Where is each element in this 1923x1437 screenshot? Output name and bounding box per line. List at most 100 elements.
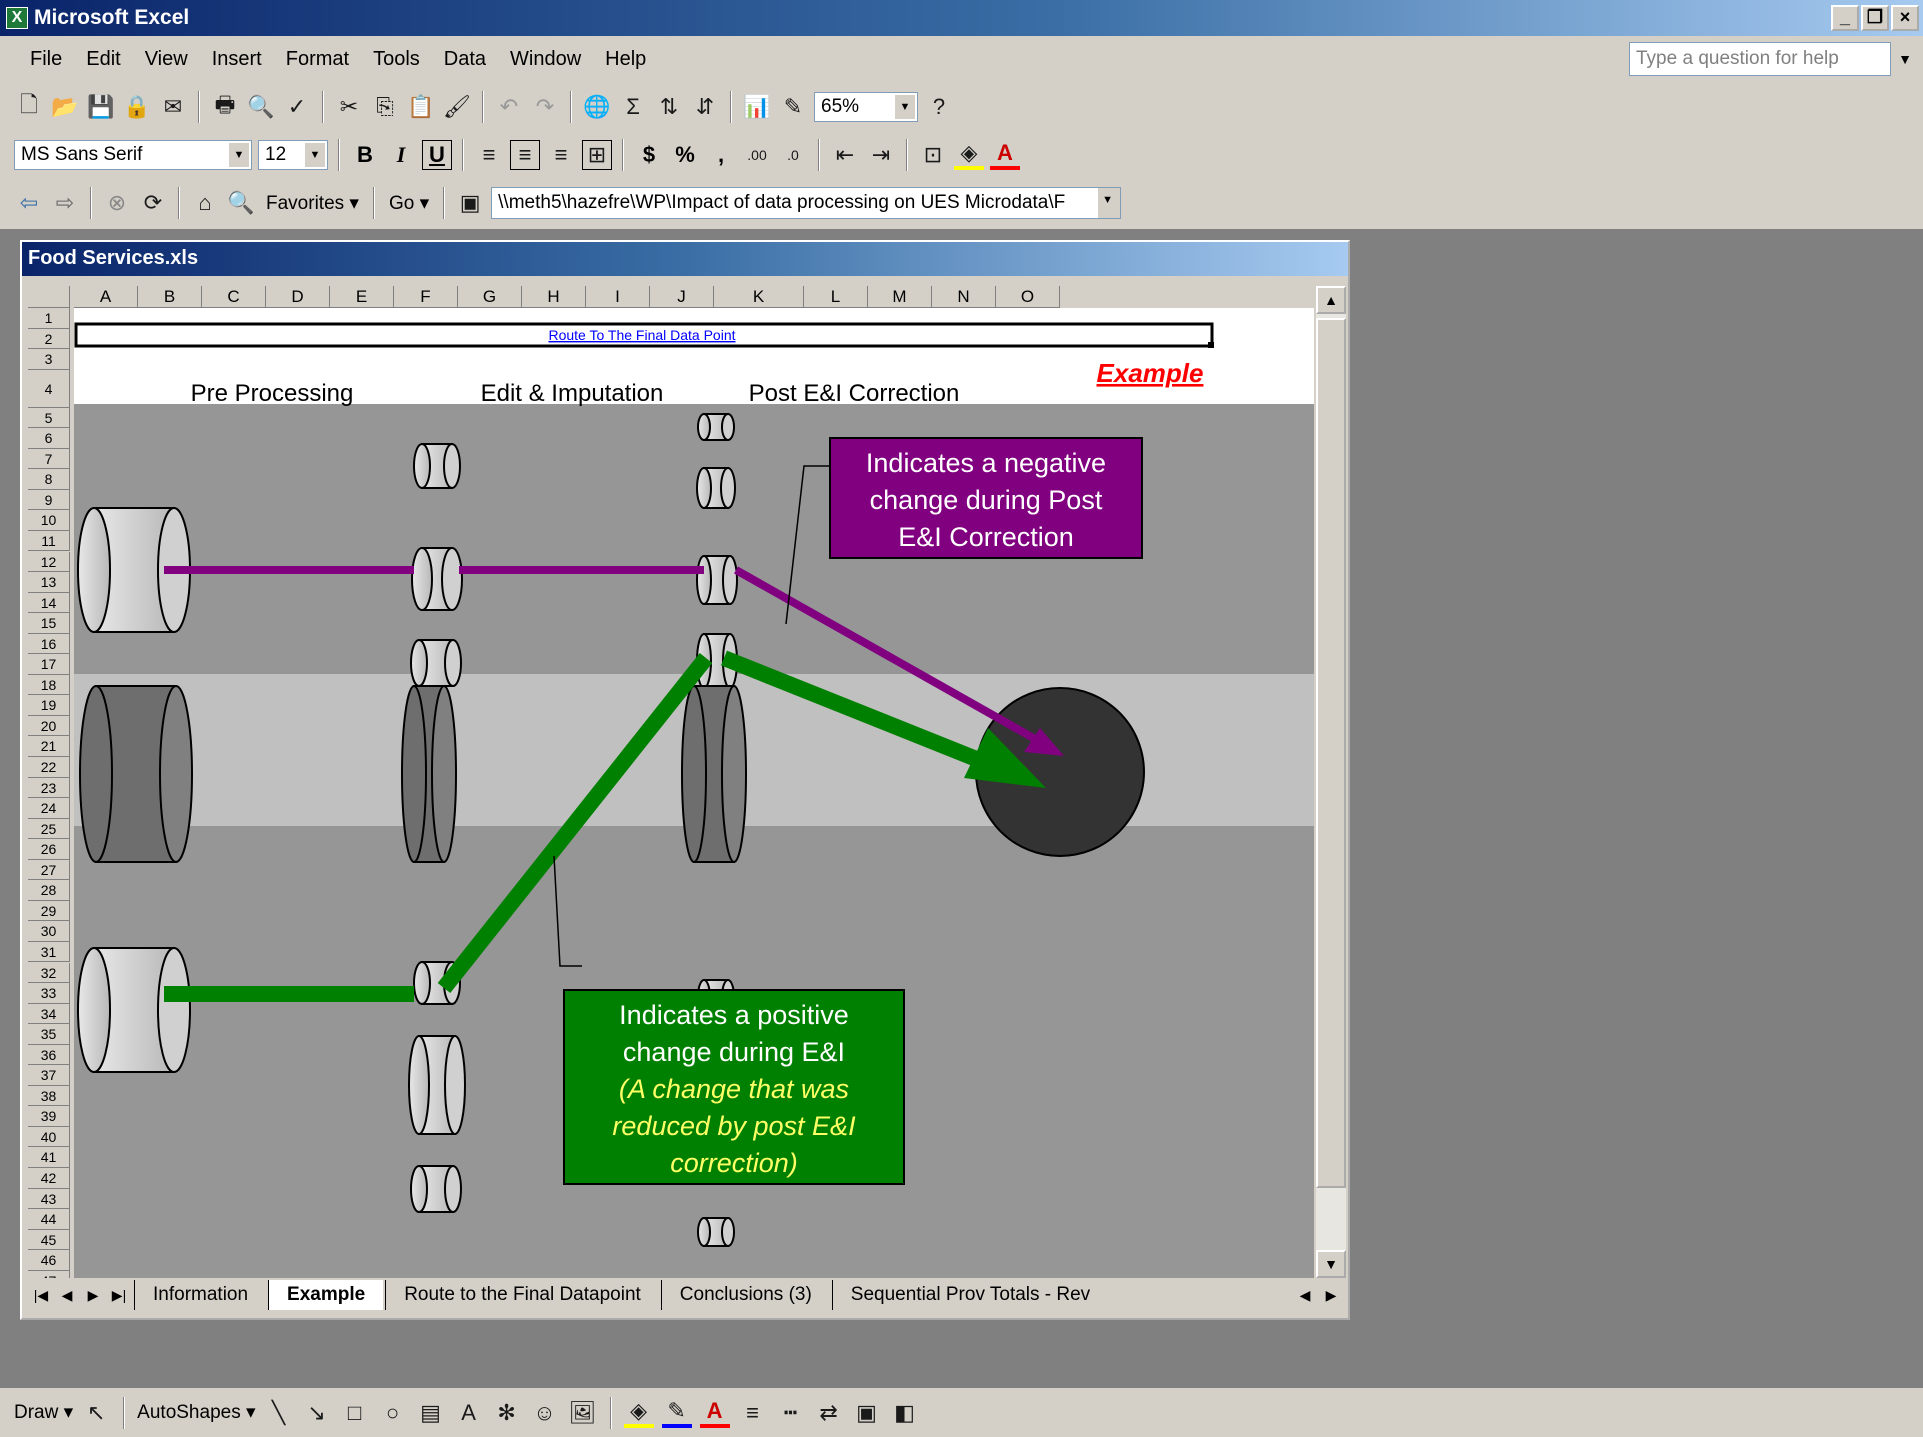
row-header-39[interactable]: 39 xyxy=(28,1106,70,1127)
row-header-24[interactable]: 24 xyxy=(28,798,70,819)
row-header-5[interactable]: 5 xyxy=(28,407,70,429)
help-dropdown-arrow[interactable]: ▼ xyxy=(1893,42,1917,76)
column-header-b[interactable]: B xyxy=(138,286,202,308)
row-header-23[interactable]: 23 xyxy=(28,777,70,799)
worksheet-canvas[interactable]: Route To The Final Data Point Example Pr… xyxy=(74,308,1314,1278)
italic-button[interactable]: I xyxy=(386,140,416,170)
row-header-29[interactable]: 29 xyxy=(28,900,70,922)
tab-conclusions[interactable]: Conclusions (3) xyxy=(660,1280,830,1310)
percent-button[interactable]: % xyxy=(670,140,700,170)
search-web-icon[interactable]: 🔍 xyxy=(226,188,256,218)
row-header-8[interactable]: 8 xyxy=(28,469,70,490)
row-header-38[interactable]: 38 xyxy=(28,1085,70,1107)
route-link[interactable]: Route To The Final Data Point xyxy=(548,327,735,343)
select-all-corner[interactable] xyxy=(28,286,70,308)
tab-example[interactable]: Example xyxy=(268,1280,384,1310)
dash-style-icon[interactable]: ┅ xyxy=(776,1398,806,1428)
row-header-9[interactable]: 9 xyxy=(28,489,70,511)
row-header-18[interactable]: 18 xyxy=(28,674,70,696)
row-header-11[interactable]: 11 xyxy=(28,530,70,552)
favorites-menu[interactable]: Favorites ▾ xyxy=(262,192,363,215)
hyperlink-icon[interactable]: 🌐 xyxy=(582,92,612,122)
row-header-1[interactable]: 1 xyxy=(28,308,70,329)
menu-view[interactable]: View xyxy=(133,48,200,71)
column-header-i[interactable]: I xyxy=(586,286,650,308)
drawing-toggle-icon[interactable]: ✎ xyxy=(778,92,808,122)
redo-icon[interactable]: ↷ xyxy=(530,92,560,122)
row-header-28[interactable]: 28 xyxy=(28,880,70,901)
line-style-icon[interactable]: ≡ xyxy=(738,1398,768,1428)
column-header-e[interactable]: E xyxy=(330,286,394,308)
row-header-21[interactable]: 21 xyxy=(28,736,70,757)
row-header-41[interactable]: 41 xyxy=(28,1147,70,1168)
merge-center-icon[interactable]: ⊞ xyxy=(582,140,612,170)
align-left-icon[interactable]: ≡ xyxy=(474,140,504,170)
back-arrow-icon[interactable]: ⇦ xyxy=(14,188,44,218)
row-header-42[interactable]: 42 xyxy=(28,1168,70,1189)
borders-icon[interactable]: ⊡ xyxy=(918,140,948,170)
picture-icon[interactable]: 🖼 xyxy=(568,1398,598,1428)
line-icon[interactable]: ╲ xyxy=(264,1398,294,1428)
row-header-43[interactable]: 43 xyxy=(28,1188,70,1210)
forward-arrow-icon[interactable]: ⇨ xyxy=(50,188,80,218)
oval-icon[interactable]: ○ xyxy=(378,1398,408,1428)
tab-sequential-totals[interactable]: Sequential Prov Totals - Rev xyxy=(831,1280,1108,1310)
column-header-o[interactable]: O xyxy=(996,286,1060,308)
rectangle-icon[interactable]: □ xyxy=(340,1398,370,1428)
row-header-22[interactable]: 22 xyxy=(28,757,70,778)
go-menu[interactable]: Go ▾ xyxy=(385,192,433,215)
help-search-input[interactable]: Type a question for help xyxy=(1629,42,1891,76)
row-header-46[interactable]: 46 xyxy=(28,1250,70,1271)
email-icon[interactable]: ✉ xyxy=(158,92,188,122)
restore-button[interactable]: ❐ xyxy=(1861,5,1889,31)
row-header-25[interactable]: 25 xyxy=(28,818,70,840)
column-header-l[interactable]: L xyxy=(804,286,868,308)
scroll-thumb[interactable] xyxy=(1316,318,1346,1188)
menu-insert[interactable]: Insert xyxy=(200,48,274,71)
menu-data[interactable]: Data xyxy=(432,48,498,71)
menu-window[interactable]: Window xyxy=(498,48,593,71)
row-header-12[interactable]: 12 xyxy=(28,551,70,573)
row-header-13[interactable]: 13 xyxy=(28,572,70,593)
row-header-32[interactable]: 32 xyxy=(28,962,70,984)
refresh-icon[interactable]: ⟳ xyxy=(138,188,168,218)
textbox-icon[interactable]: ▤ xyxy=(416,1398,446,1428)
column-header-k[interactable]: K xyxy=(714,286,804,308)
row-header-2[interactable]: 2 xyxy=(28,328,70,350)
menu-tools[interactable]: Tools xyxy=(361,48,432,71)
increase-decimal-icon[interactable]: .00 xyxy=(742,140,772,170)
chart-wizard-icon[interactable]: 📊 xyxy=(742,92,772,122)
home-icon[interactable]: ⌂ xyxy=(190,188,220,218)
cut-icon[interactable]: ✂ xyxy=(334,92,364,122)
row-header-16[interactable]: 16 xyxy=(28,633,70,655)
select-objects-icon[interactable]: ↖ xyxy=(81,1398,111,1428)
autosum-icon[interactable]: Σ xyxy=(618,92,648,122)
first-sheet-icon[interactable]: |◀ xyxy=(28,1287,54,1304)
paste-icon[interactable]: 📋 xyxy=(406,92,436,122)
fill-color-icon[interactable]: ◈ xyxy=(954,140,984,170)
help-icon[interactable]: ? xyxy=(924,92,954,122)
font-color-icon[interactable]: A xyxy=(990,140,1020,170)
hscroll-right-icon[interactable]: ▶ xyxy=(1318,1287,1344,1304)
align-right-icon[interactable]: ≡ xyxy=(546,140,576,170)
zoom-select[interactable]: 65% ▼ xyxy=(814,92,918,122)
print-preview-icon[interactable]: 🔍 xyxy=(246,92,276,122)
row-header-35[interactable]: 35 xyxy=(28,1024,70,1045)
arrow-style-icon[interactable]: ⇄ xyxy=(814,1398,844,1428)
row-header-33[interactable]: 33 xyxy=(28,983,70,1004)
diagram-icon[interactable]: ✻ xyxy=(492,1398,522,1428)
row-header-4[interactable]: 4 xyxy=(28,369,70,408)
scroll-up-icon[interactable]: ▲ xyxy=(1316,286,1346,314)
scroll-down-icon[interactable]: ▼ xyxy=(1316,1250,1346,1278)
shadow-icon[interactable]: ▣ xyxy=(852,1398,882,1428)
new-document-icon[interactable]: 🗋 xyxy=(14,92,44,122)
tab-information[interactable]: Information xyxy=(134,1280,266,1310)
print-icon[interactable]: 🖶 xyxy=(210,92,240,122)
row-header-40[interactable]: 40 xyxy=(28,1126,70,1148)
vertical-scrollbar[interactable]: ▲ ▼ xyxy=(1316,286,1346,1278)
font-size-select[interactable]: 12 ▼ xyxy=(258,140,328,170)
column-header-g[interactable]: G xyxy=(458,286,522,308)
row-header-44[interactable]: 44 xyxy=(28,1209,70,1230)
row-header-10[interactable]: 10 xyxy=(28,510,70,531)
row-header-37[interactable]: 37 xyxy=(28,1065,70,1086)
